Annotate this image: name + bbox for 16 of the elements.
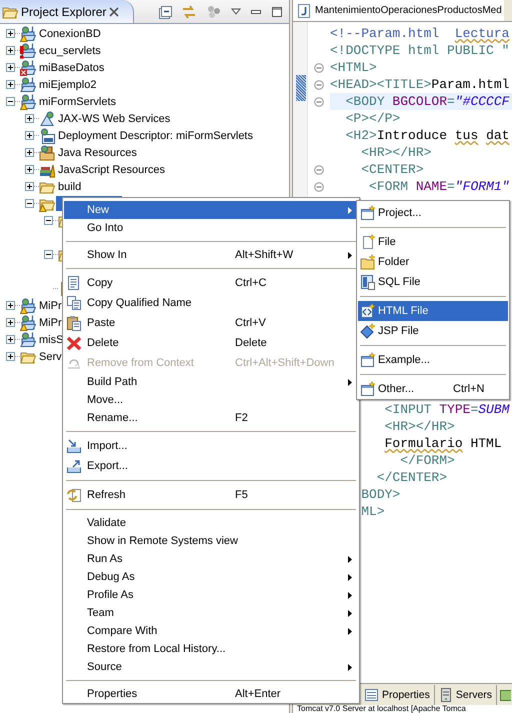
code-line: ML> — [360, 503, 386, 520]
code-line: <H2>Introduce tus dat — [344, 127, 510, 144]
code-line: <CENTER> — [360, 161, 425, 178]
code-line: <HR></HR> — [360, 144, 432, 161]
code-line: <!--Param.html Lectura — [330, 25, 510, 42]
code-line: <INPUT TYPE=SUBM — [384, 401, 510, 418]
code-line: <HEAD><TITLE>Param.html — [330, 76, 510, 93]
code-line: </CENTER> — [376, 469, 448, 486]
code-line: <P></P> — [344, 110, 402, 127]
code-line: <FORM NAME="FORM1" — [368, 178, 510, 195]
code-line: <HTML> — [330, 59, 378, 76]
code-line: <!DOCTYPE html PUBLIC " — [330, 42, 510, 59]
code-line: </FORM> — [399, 452, 456, 469]
code-line: BODY> — [360, 486, 402, 503]
code-line: Formulario HTML — [384, 435, 503, 452]
code-line: <HR></HR> — [384, 418, 456, 435]
